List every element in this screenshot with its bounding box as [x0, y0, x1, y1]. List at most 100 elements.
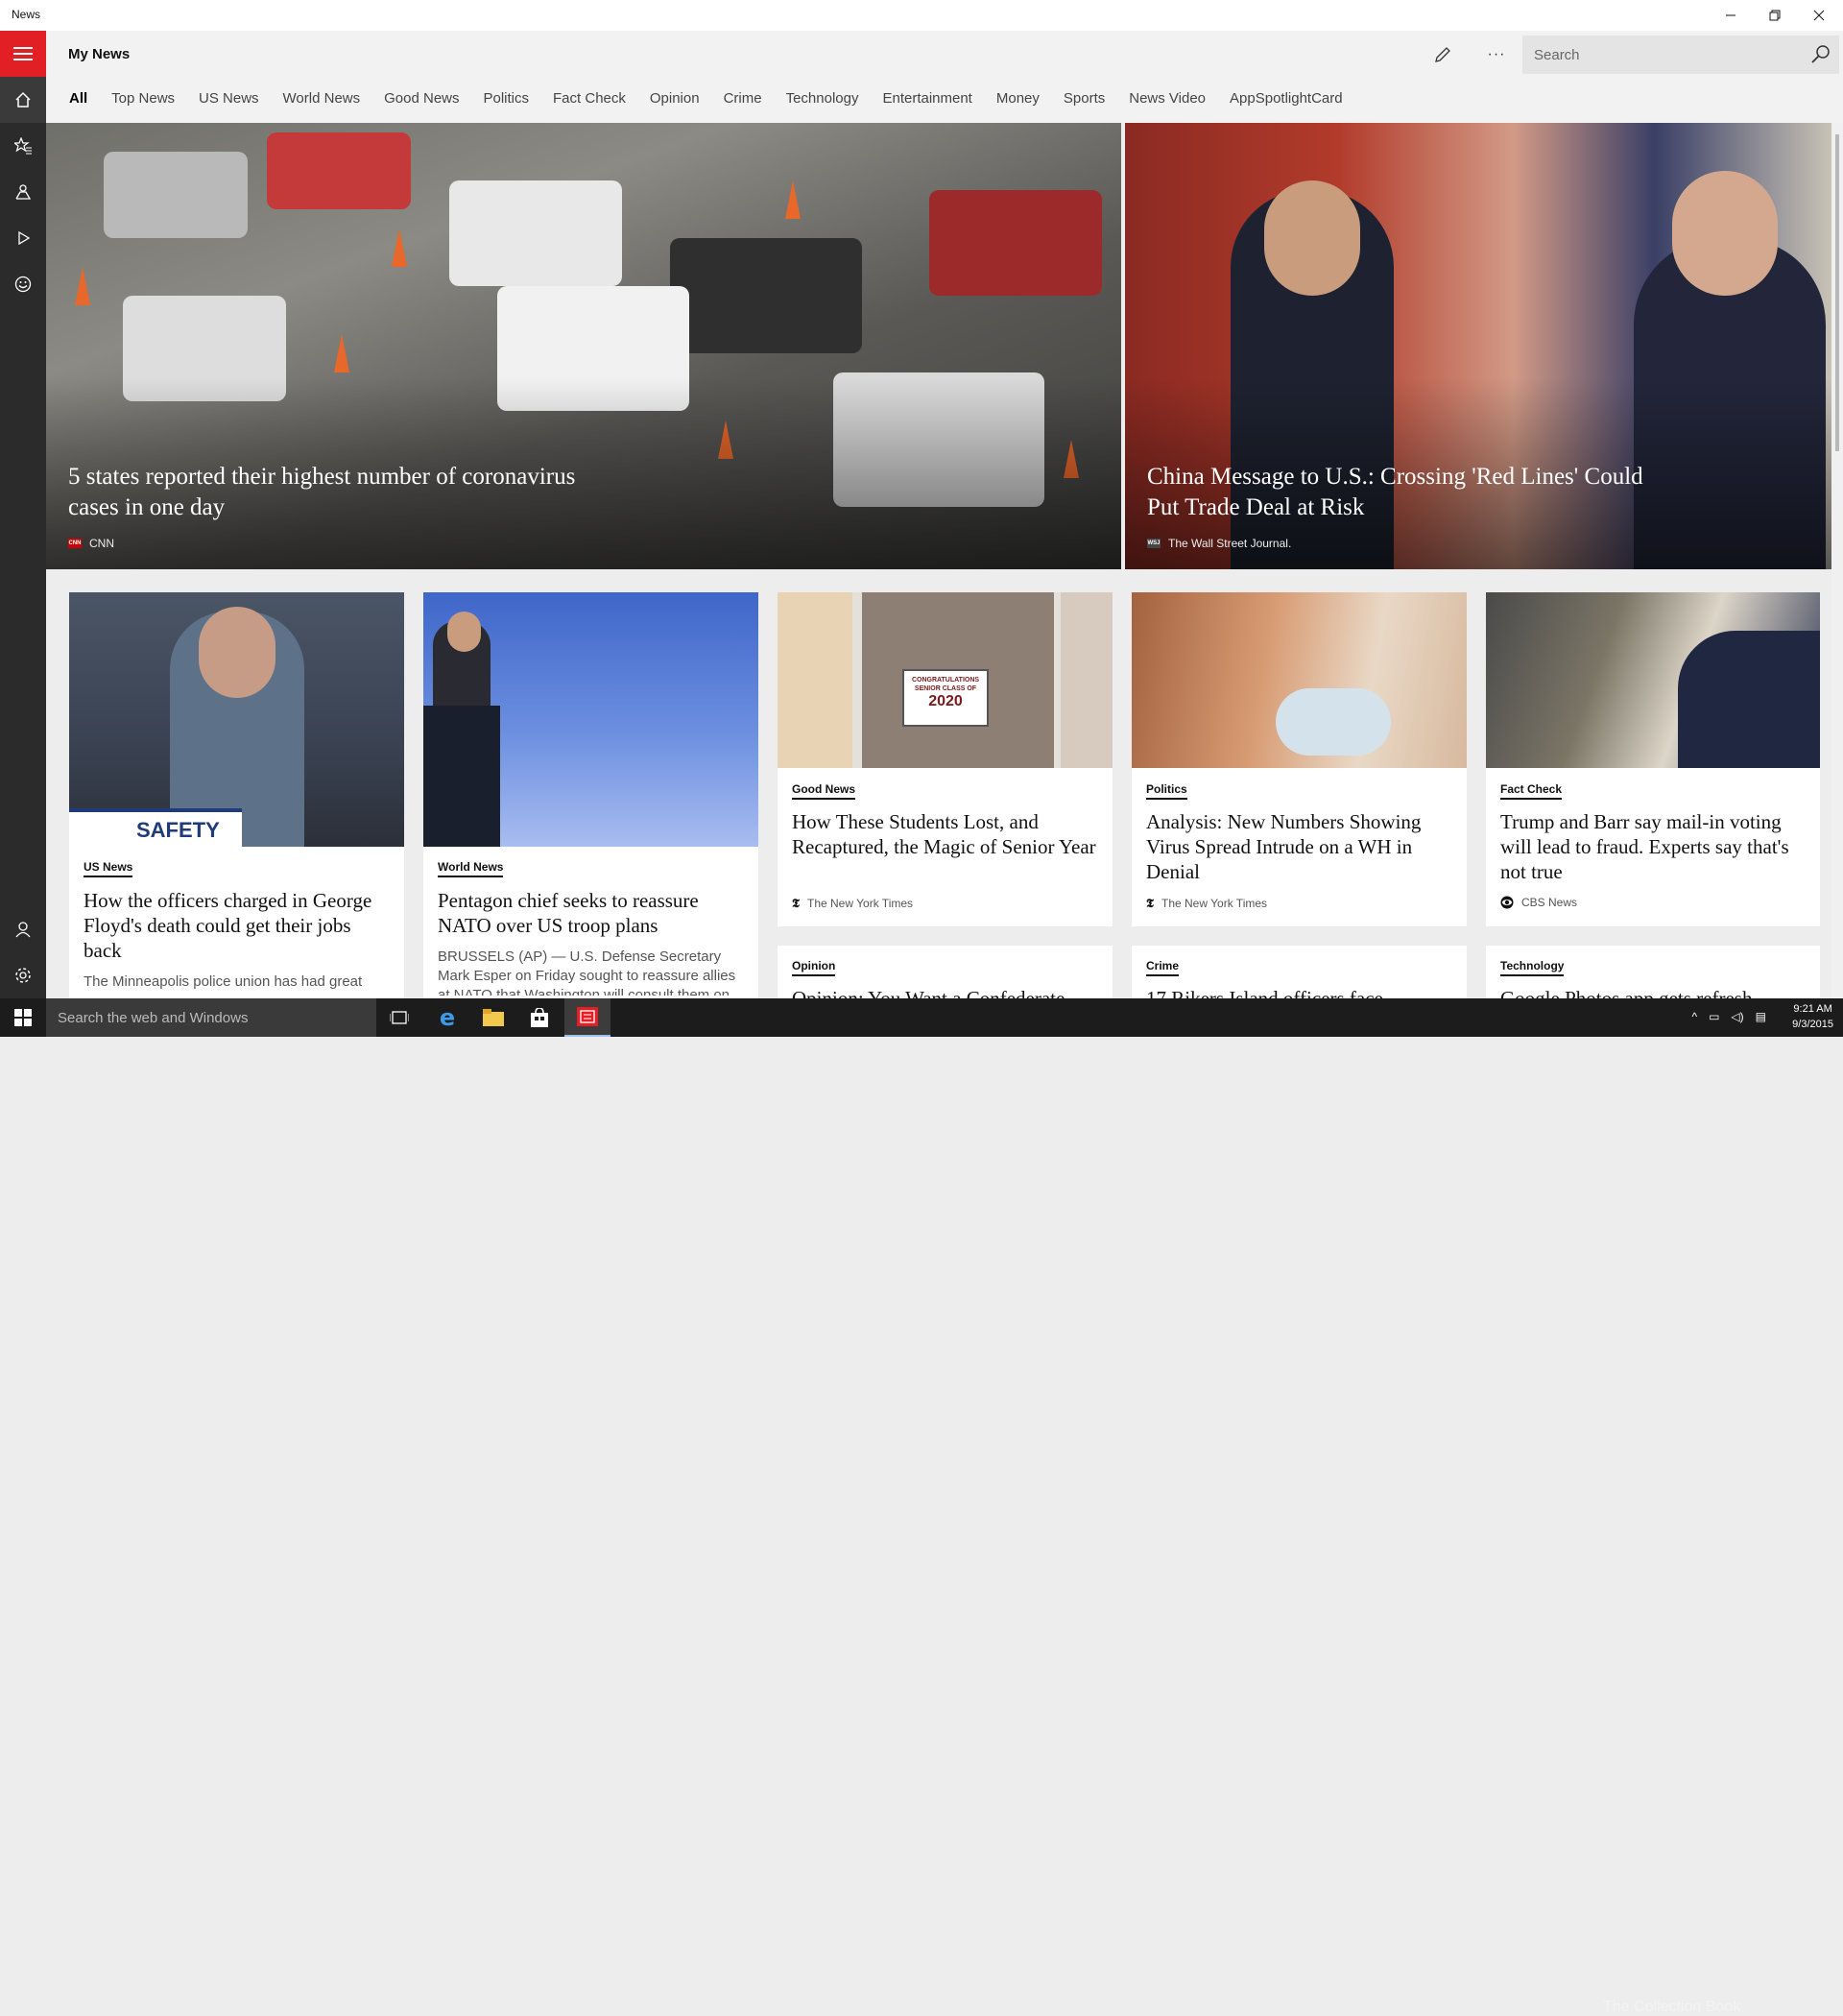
cnn-logo-icon: CNN	[68, 539, 82, 548]
card-category[interactable]: Opinion	[792, 959, 836, 976]
hero-image-car	[670, 238, 862, 353]
user-account-icon	[15, 922, 31, 938]
card-title[interactable]: 17 Rikers Island officers face	[1146, 986, 1453, 998]
restore-button[interactable]	[1753, 0, 1797, 31]
tab-fact-check[interactable]: Fact Check	[553, 90, 626, 113]
card-title[interactable]: How These Students Lost, and Recaptured,…	[792, 809, 1099, 859]
sidebar-item-interests[interactable]	[0, 123, 46, 169]
news-card[interactable]: Crime 17 Rikers Island officers face	[1132, 946, 1467, 998]
hero-headline[interactable]: 5 states reported their highest number o…	[68, 462, 606, 523]
hero-story-1[interactable]: 5 states reported their highest number o…	[46, 123, 1121, 569]
sidebar-item-account[interactable]	[0, 906, 46, 952]
store-button[interactable]	[516, 998, 562, 1037]
clock-time: 9:21 AM	[1793, 1003, 1832, 1015]
card-image	[1132, 592, 1467, 768]
tab-app-spotlight-card[interactable]: AppSpotlightCard	[1230, 90, 1343, 113]
news-card[interactable]: Opinion Opinion: You Want a Confederate	[778, 946, 1113, 998]
tab-technology[interactable]: Technology	[786, 90, 859, 113]
card-image-face	[447, 612, 481, 652]
search-input[interactable]	[1522, 36, 1801, 74]
network-icon[interactable]: ▭	[1709, 1010, 1719, 1023]
card-category[interactable]: Technology	[1500, 959, 1565, 976]
card-title[interactable]: Trump and Barr say mail-in voting will l…	[1500, 809, 1807, 884]
close-icon	[1813, 10, 1825, 21]
hero-source: WSJ The Wall Street Journal.	[1147, 537, 1291, 550]
news-card[interactable]: Technology Google Photos app gets refres…	[1486, 946, 1820, 998]
sidebar-item-local[interactable]	[0, 169, 46, 215]
taskbar-search[interactable]: Search the web and Windows	[46, 998, 376, 1037]
hero-image-car	[929, 190, 1102, 296]
hero-image-car	[104, 152, 248, 238]
news-card[interactable]: World News Pentagon chief seeks to reass…	[423, 592, 758, 998]
file-explorer-button[interactable]	[470, 998, 516, 1037]
windows-logo-icon	[14, 1009, 32, 1026]
start-button[interactable]	[0, 998, 46, 1037]
pencil-edit-icon	[1435, 47, 1450, 62]
header: My News ··· All Top News US News World N…	[46, 31, 1843, 123]
tab-top-news[interactable]: Top News	[111, 90, 175, 113]
clock[interactable]: 9:21 AM 9/3/2015	[1792, 1001, 1833, 1032]
scrollbar[interactable]	[1831, 123, 1843, 998]
card-image-panel	[778, 592, 852, 768]
edit-button[interactable]	[1428, 40, 1457, 69]
tab-politics[interactable]: Politics	[484, 90, 530, 113]
card-title[interactable]: Opinion: You Want a Confederate	[792, 986, 1099, 998]
search-box[interactable]	[1522, 36, 1839, 74]
home-icon	[15, 91, 31, 108]
card-image: CONGRATULATIONS SENIOR CLASS OF 2020	[778, 592, 1113, 768]
sidebar-item-settings[interactable]	[0, 952, 46, 998]
tab-money[interactable]: Money	[996, 90, 1040, 113]
news-card[interactable]: CONGRATULATIONS SENIOR CLASS OF 2020 Goo…	[778, 592, 1113, 926]
close-button[interactable]	[1797, 0, 1841, 31]
card-source: 𝕿 The New York Times	[792, 896, 914, 910]
news-app-button[interactable]	[564, 998, 610, 1037]
tab-opinion[interactable]: Opinion	[650, 90, 700, 113]
tab-news-video[interactable]: News Video	[1129, 90, 1206, 113]
tab-entertainment[interactable]: Entertainment	[882, 90, 971, 113]
hamburger-menu-button[interactable]	[0, 31, 46, 77]
tab-us-news[interactable]: US News	[199, 90, 259, 113]
card-title[interactable]: Pentagon chief seeks to reassure NATO ov…	[438, 888, 745, 938]
hero-image-face	[1264, 180, 1360, 296]
news-app-icon	[577, 1007, 598, 1026]
sidebar-item-home[interactable]	[0, 77, 46, 123]
folder-icon	[483, 1009, 504, 1026]
card-image-panel	[1061, 592, 1113, 768]
volume-icon[interactable]: ◁)	[1731, 1010, 1743, 1023]
edge-icon: e	[439, 1004, 456, 1031]
search-icon[interactable]	[1810, 44, 1831, 65]
notifications-icon[interactable]: ▤	[1756, 1010, 1766, 1023]
scrollbar-thumb[interactable]	[1835, 134, 1839, 451]
card-category[interactable]: US News	[84, 860, 133, 877]
tab-all[interactable]: All	[69, 90, 87, 113]
news-card[interactable]: Fact Check Trump and Barr say mail-in vo…	[1486, 592, 1820, 926]
sidebar-item-feedback[interactable]	[0, 261, 46, 307]
edge-browser-button[interactable]: e	[424, 998, 470, 1037]
task-view-button[interactable]	[376, 998, 422, 1037]
card-category[interactable]: Good News	[792, 782, 856, 800]
card-title[interactable]: How the officers charged in George Floyd…	[84, 888, 391, 963]
tab-good-news[interactable]: Good News	[384, 90, 459, 113]
card-category[interactable]: Crime	[1146, 959, 1180, 976]
tab-sports[interactable]: Sports	[1064, 90, 1105, 113]
card-image	[423, 592, 758, 847]
news-card[interactable]: Politics Analysis: New Numbers Showing V…	[1132, 592, 1467, 926]
more-options-button[interactable]: ···	[1482, 40, 1511, 69]
news-card[interactable]: SAFETY US News How the officers charged …	[69, 592, 404, 998]
minimize-button[interactable]	[1709, 0, 1753, 31]
hero-image-face	[1672, 171, 1778, 296]
tab-crime[interactable]: Crime	[724, 90, 762, 113]
sidebar-item-video[interactable]	[0, 215, 46, 261]
chevron-up-icon[interactable]: ^	[1691, 1010, 1697, 1023]
page-title: My News	[68, 46, 131, 62]
card-title[interactable]: Google Photos app gets refresh	[1500, 986, 1807, 998]
hero-headline[interactable]: China Message to U.S.: Crossing 'Red Lin…	[1147, 462, 1646, 523]
card-category[interactable]: Politics	[1146, 782, 1187, 800]
card-title[interactable]: Analysis: New Numbers Showing Virus Spre…	[1146, 809, 1453, 884]
watermark: The Collection Book	[1603, 1999, 1741, 2015]
card-category[interactable]: Fact Check	[1500, 782, 1563, 800]
clock-date: 9/3/2015	[1792, 1019, 1833, 1030]
tab-world-news[interactable]: World News	[283, 90, 361, 113]
hero-story-2[interactable]: China Message to U.S.: Crossing 'Red Lin…	[1125, 123, 1831, 569]
card-category[interactable]: World News	[438, 860, 504, 877]
